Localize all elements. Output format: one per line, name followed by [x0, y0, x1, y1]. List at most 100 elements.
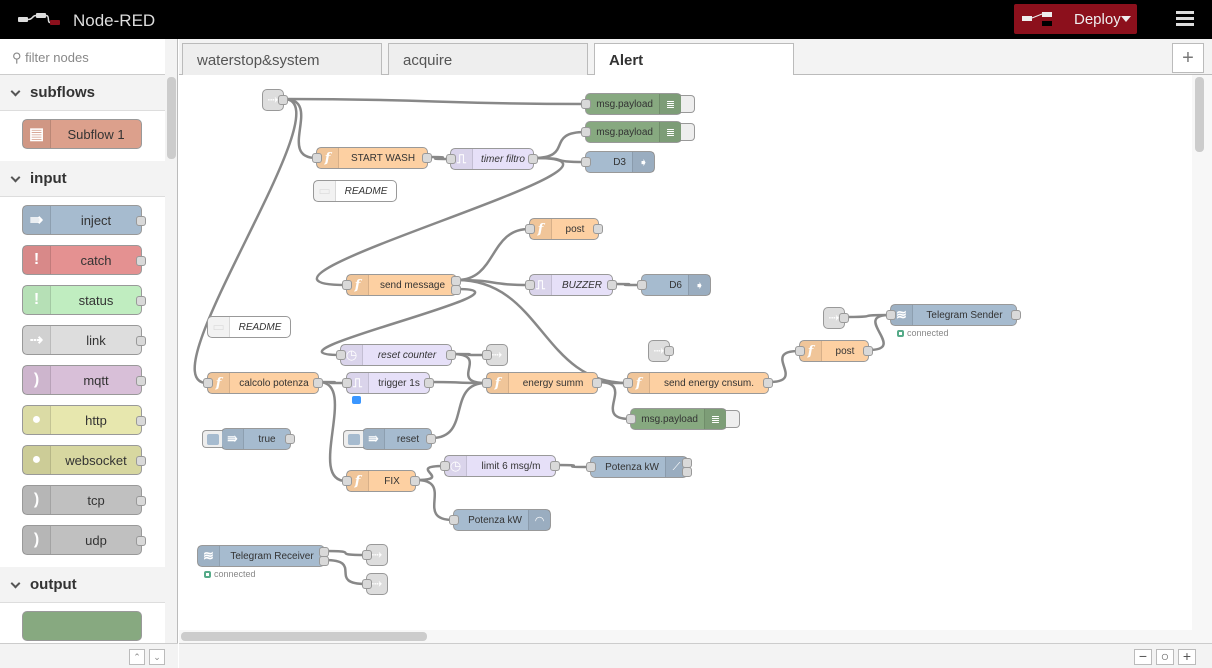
palette-node-websocket[interactable]: ● websocket	[22, 445, 146, 475]
wire-link1-calcolo[interactable]	[193, 97, 298, 385]
zoom-out-button[interactable]: −	[1134, 649, 1152, 665]
palette-node-status[interactable]: ! status	[22, 285, 146, 315]
function-node[interactable]: f FIX	[342, 470, 420, 492]
palette-category-subflows[interactable]: subflows	[0, 75, 165, 111]
bridge-icon: )	[23, 526, 51, 554]
link-icon: ⇢	[23, 326, 51, 354]
wire-tgrecv-link4[interactable]	[324, 549, 367, 557]
tab-waterstop-system[interactable]: waterstop&system	[182, 43, 382, 75]
link-in-node[interactable]: ⇢	[262, 89, 288, 111]
palette-category-input[interactable]: input	[0, 161, 165, 197]
wire-post2-tgsender[interactable]	[868, 313, 891, 352]
expand-all-button[interactable]: ⌄	[149, 649, 165, 665]
zoom-in-button[interactable]: +	[1178, 649, 1196, 665]
palette-node-catch[interactable]: ! catch	[22, 245, 146, 275]
telegram-sender-node[interactable]: ≋ Telegram Sender connected	[886, 304, 1021, 338]
tab-acquire[interactable]: acquire	[388, 43, 588, 75]
function-node[interactable]: f send message	[342, 274, 461, 296]
deploy-icon	[1022, 12, 1056, 26]
gauge-node[interactable]: Potenza kW ◠	[449, 509, 551, 531]
trigger-node[interactable]: ⎍ BUZZER	[525, 274, 617, 296]
workspace-canvas[interactable]: ⇢ msg.payload ≣ msg.payload ≣ f START WASH …	[179, 75, 1192, 630]
workspace-vertical-scrollbar[interactable]	[1192, 75, 1212, 643]
function-node[interactable]: f send energy cnsum.	[623, 372, 773, 394]
bridge-icon: )	[23, 486, 51, 514]
palette-node-udp[interactable]: ) udp	[22, 525, 146, 555]
wire-sendenergy-post2[interactable]	[768, 349, 800, 384]
collapse-all-button[interactable]: ⌃	[129, 649, 145, 665]
function-node[interactable]: f post	[795, 340, 873, 362]
inject-button[interactable]	[343, 430, 363, 448]
palette-category-body: ▤ Subflow 1	[0, 111, 165, 161]
trigger-node[interactable]: ⎍ trigger 1s	[342, 372, 434, 404]
debug-toggle[interactable]	[681, 123, 695, 141]
comment-node[interactable]: ▭ README	[207, 316, 291, 338]
workspace-horizontal-scrollbar[interactable]	[179, 630, 1192, 643]
output-port[interactable]	[136, 336, 146, 346]
wire-timerfiltro-dbg2[interactable]	[533, 130, 586, 160]
output-port[interactable]	[136, 256, 146, 266]
inject-node[interactable]: ⇛ true	[202, 428, 295, 450]
function-node[interactable]: f energy summ	[482, 372, 602, 394]
wire-resetcounter-energysumm[interactable]	[451, 352, 487, 385]
deploy-dropdown-icon[interactable]	[1121, 16, 1131, 27]
debug-toggle[interactable]	[681, 95, 695, 113]
comment-node[interactable]: ▭ README	[313, 180, 397, 202]
debug-node[interactable]: msg.payload ≣	[581, 93, 695, 115]
link-out-node[interactable]: ⇢	[362, 544, 388, 566]
filter-nodes-input[interactable]: ⚲ filter nodes	[0, 39, 165, 75]
debug-node[interactable]: msg.payload ≣	[581, 121, 695, 143]
inject-button[interactable]	[202, 430, 222, 448]
zoom-reset-button[interactable]: ○	[1156, 649, 1174, 665]
trigger-node[interactable]: ⎍ timer filtro	[446, 148, 538, 170]
chart-node[interactable]: Potenza kW ⟋	[586, 456, 692, 478]
main-menu-button[interactable]	[1176, 11, 1194, 29]
inject-node[interactable]: ⇛ reset	[343, 428, 436, 450]
link-out-node[interactable]: ⇢	[482, 344, 508, 366]
function-node[interactable]: f calcolo potenza	[203, 372, 323, 394]
wire-fix-gauge[interactable]	[415, 478, 454, 522]
debug-node[interactable]: msg.payload ≣	[626, 408, 740, 430]
telegram-receiver-node[interactable]: ≋ Telegram Receiver connected	[197, 545, 329, 579]
palette-scrollbar[interactable]	[165, 75, 177, 645]
debug-icon: ≣	[659, 122, 681, 142]
wire-calcolo-fix[interactable]	[318, 380, 347, 483]
link-in-node[interactable]: ⇢	[823, 307, 849, 329]
output-port[interactable]	[136, 536, 146, 546]
palette-node-debug[interactable]	[22, 611, 142, 641]
gpio-out-node[interactable]: D6 ➧	[637, 274, 711, 296]
palette-node-mqtt[interactable]: ) mqtt	[22, 365, 146, 395]
function-node[interactable]: f START WASH	[312, 147, 432, 169]
wire-tgrecv-link5[interactable]	[324, 558, 367, 586]
palette-node-label: websocket	[65, 452, 127, 468]
wire-link1-dbg1[interactable]	[283, 97, 586, 106]
palette-node-subflow-1[interactable]: ▤ Subflow 1	[22, 119, 142, 149]
output-port[interactable]	[136, 376, 146, 386]
link-in-node[interactable]: ⇢	[648, 340, 674, 362]
wire-injreset-energysumm[interactable]	[431, 381, 487, 440]
palette-node-http[interactable]: ● http	[22, 405, 146, 435]
deploy-button[interactable]: Deploy	[1014, 4, 1137, 34]
output-port[interactable]	[136, 296, 146, 306]
delay-node[interactable]: ◷ reset counter	[336, 344, 456, 366]
output-port[interactable]	[136, 216, 146, 226]
wire-limit-chart[interactable]	[555, 463, 591, 469]
palette-category-output[interactable]: output	[0, 567, 165, 603]
palette-node-inject[interactable]: ⇛ inject	[22, 205, 146, 235]
wire-timerfiltro-sendmsg[interactable]	[315, 156, 565, 287]
alert-icon: !	[23, 246, 51, 274]
output-port[interactable]	[136, 416, 146, 426]
output-port[interactable]	[136, 456, 146, 466]
tab-alert[interactable]: Alert	[594, 43, 794, 76]
add-tab-button[interactable]: +	[1172, 43, 1204, 73]
function-node[interactable]: f post	[525, 218, 603, 240]
debug-toggle[interactable]	[726, 410, 740, 428]
palette-node-tcp[interactable]: ) tcp	[22, 485, 146, 515]
output-port[interactable]	[136, 496, 146, 506]
link-out-node[interactable]: ⇢	[362, 573, 388, 595]
palette-node-link[interactable]: ⇢ link	[22, 325, 146, 355]
wire-sendmsg-post1[interactable]	[456, 227, 530, 282]
palette-node-label: status	[78, 292, 114, 308]
gpio-out-node[interactable]: D3 ➧	[581, 151, 655, 173]
delay-node[interactable]: ◷ limit 6 msg/m	[440, 455, 560, 477]
